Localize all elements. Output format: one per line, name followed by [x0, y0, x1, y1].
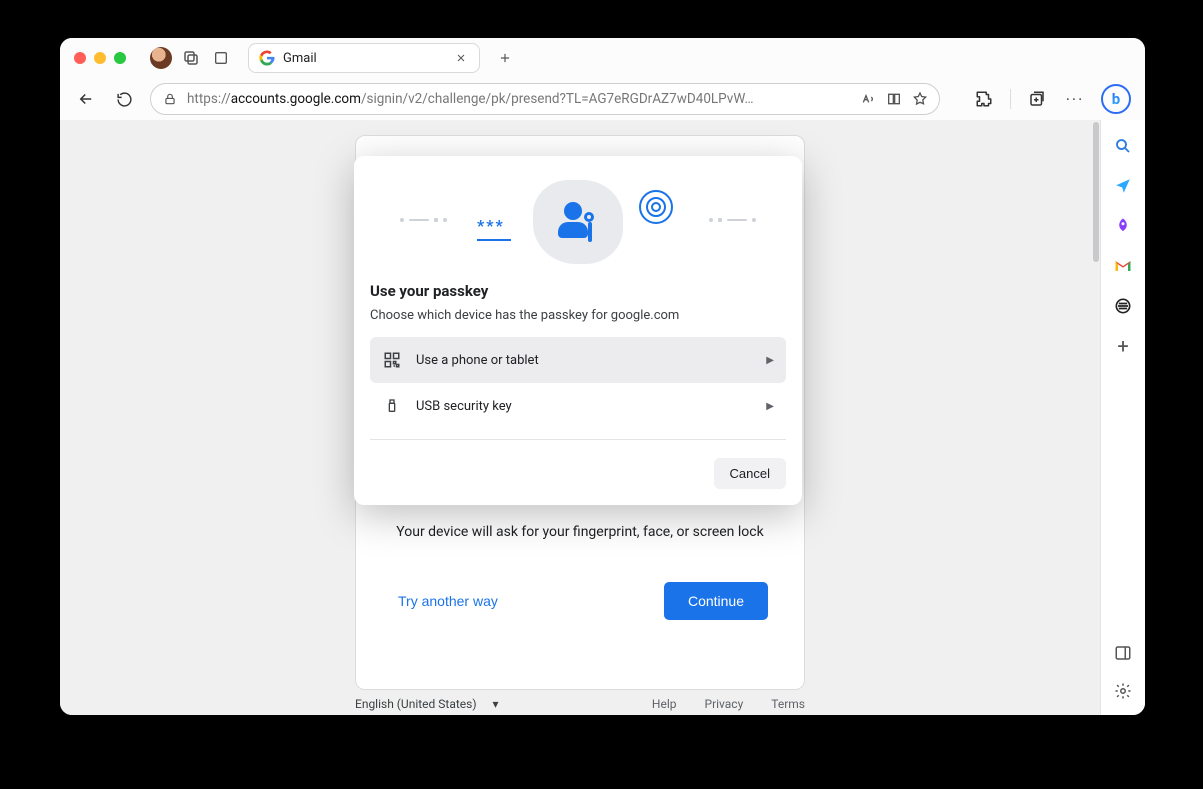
new-tab-button[interactable]: [494, 47, 516, 69]
dialog-options: Use a phone or tablet ▶ USB security key…: [370, 337, 786, 440]
privacy-link[interactable]: Privacy: [705, 697, 744, 711]
page-scrollbar[interactable]: [1092, 120, 1100, 715]
sidebar-settings-icon[interactable]: [1111, 679, 1135, 703]
extensions-icon[interactable]: [972, 87, 996, 111]
tab-overview-icon[interactable]: [210, 47, 232, 69]
card-body-text: Your device will ask for your fingerprin…: [396, 524, 763, 540]
address-bar[interactable]: https://accounts.google.com/signin/v2/ch…: [150, 83, 940, 115]
browser-tab[interactable]: Gmail: [248, 43, 480, 73]
language-selector[interactable]: English (United States) ▾: [355, 697, 499, 711]
browser-window: Gmail https://accounts.google.com/signin…: [60, 38, 1145, 715]
tab-title: Gmail: [283, 51, 445, 66]
url-prefix: https://: [187, 91, 231, 107]
toolbar-right: ··· b: [972, 84, 1131, 114]
qr-icon: [382, 350, 402, 370]
footer-links: Help Privacy Terms: [652, 697, 805, 711]
language-label: English (United States): [355, 697, 477, 711]
sidebar-toggle-icon[interactable]: [1111, 641, 1135, 665]
window-minimize-button[interactable]: [94, 52, 106, 64]
fingerprint-icon: [639, 190, 673, 224]
chevron-right-icon: ▶: [766, 401, 774, 412]
bing-chat-button[interactable]: b: [1101, 84, 1131, 114]
option-phone-tablet[interactable]: Use a phone or tablet ▶: [370, 337, 786, 383]
option-phone-label: Use a phone or tablet: [416, 353, 539, 368]
divider: [370, 439, 786, 440]
favorite-icon[interactable]: [911, 90, 929, 108]
content-area: Your device will ask for your fingerprin…: [60, 120, 1145, 715]
option-usb-label: USB security key: [416, 399, 512, 414]
card-actions: Try another way Continue: [392, 582, 768, 620]
sidebar-send-icon[interactable]: [1111, 174, 1135, 198]
cancel-button[interactable]: Cancel: [714, 458, 786, 489]
reload-button[interactable]: [112, 87, 136, 111]
toolbar: https://accounts.google.com/signin/v2/ch…: [60, 78, 1145, 120]
sidebar-gmail-icon[interactable]: [1111, 254, 1135, 278]
password-stars-icon: ***: [477, 216, 511, 241]
tab-close-button[interactable]: [453, 50, 469, 66]
option-usb-key[interactable]: USB security key ▶: [370, 383, 786, 429]
site-lock-icon[interactable]: [161, 90, 179, 108]
dialog-illustration: ***: [370, 174, 786, 270]
continue-button[interactable]: Continue: [664, 582, 768, 620]
google-favicon-icon: [259, 50, 275, 66]
address-url: https://accounts.google.com/signin/v2/ch…: [187, 91, 851, 107]
terms-link[interactable]: Terms: [771, 697, 805, 711]
bing-b-icon: b: [1112, 90, 1120, 108]
dialog-subtitle: Choose which device has the passkey for …: [370, 308, 786, 323]
chevron-right-icon: ▶: [766, 355, 774, 366]
scrollbar-thumb[interactable]: [1093, 122, 1099, 262]
usb-key-icon: [382, 396, 402, 416]
reader-mode-icon[interactable]: [885, 90, 903, 108]
sidebar-add-button[interactable]: +: [1111, 334, 1135, 358]
window-maximize-button[interactable]: [114, 52, 126, 64]
person-key-icon: [558, 202, 598, 242]
dropdown-caret-icon: ▾: [493, 697, 499, 711]
window-controls: [74, 52, 126, 64]
window-close-button[interactable]: [74, 52, 86, 64]
collections-icon[interactable]: [1025, 87, 1049, 111]
url-path: /signin/v2/challenge/pk/presend?TL=AG7eR…: [361, 91, 754, 107]
more-menu-icon[interactable]: ···: [1063, 87, 1087, 111]
help-link[interactable]: Help: [652, 697, 677, 711]
titlebar: Gmail: [60, 38, 1145, 78]
back-button[interactable]: [74, 87, 98, 111]
url-host: accounts.google.com: [231, 91, 361, 107]
edge-sidebar: +: [1100, 120, 1145, 715]
profile-avatar[interactable]: [150, 47, 172, 69]
separator: [1010, 89, 1011, 109]
sidebar-app-icon[interactable]: [1111, 294, 1135, 318]
dialog-actions: Cancel: [370, 458, 786, 489]
try-another-way-button[interactable]: Try another way: [392, 582, 504, 620]
sidebar-tools-icon[interactable]: [1111, 214, 1135, 238]
sidebar-search-icon[interactable]: [1111, 134, 1135, 158]
dialog-title: Use your passkey: [370, 282, 786, 300]
passkey-dialog: *** Use your passkey Choose which device…: [354, 156, 802, 505]
workspaces-icon[interactable]: [180, 47, 202, 69]
footer: English (United States) ▾ Help Privacy T…: [355, 697, 805, 715]
read-aloud-icon[interactable]: [859, 90, 877, 108]
